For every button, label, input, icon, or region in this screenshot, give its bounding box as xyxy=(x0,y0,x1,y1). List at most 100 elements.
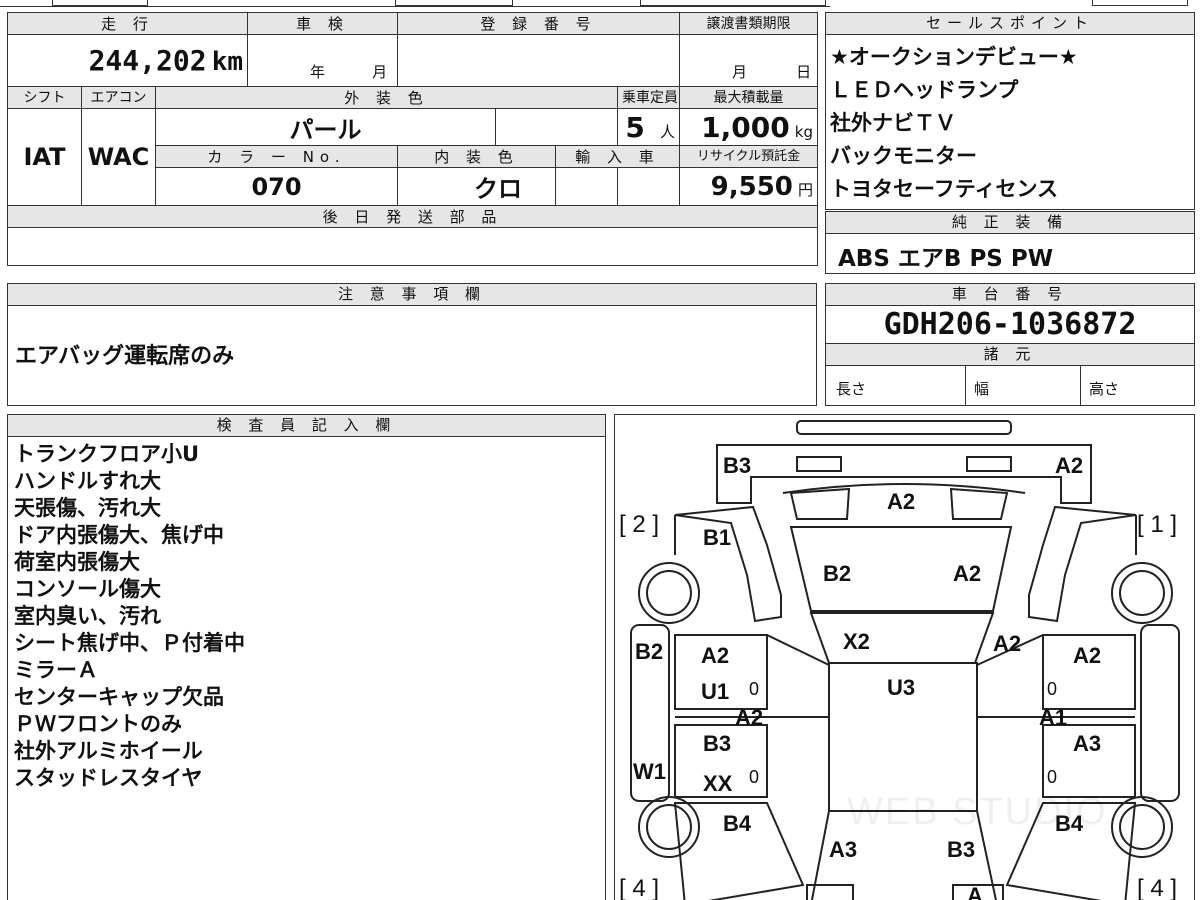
shift-label: シフト xyxy=(7,86,82,109)
inspector-note: ハンドルすれ大 xyxy=(14,469,161,493)
inspector-note: 室内臭い、汚れ xyxy=(14,604,161,628)
top-strip xyxy=(0,0,1200,8)
corner-label-1: [ 1 ] xyxy=(1137,511,1178,538)
max-load-value: 1,000 xyxy=(701,110,790,144)
inspector-note: 荷室内張傷大 xyxy=(14,550,140,574)
inspector-note: トランクフロア小U xyxy=(14,442,200,466)
registration-value-cell xyxy=(397,34,680,87)
mark-rear-right: A2 xyxy=(1055,453,1084,478)
mark-rear-left: B3 xyxy=(723,453,752,478)
mark-left-a2: A2 xyxy=(735,705,764,730)
genuine-equipment-panel: 純 正 装 備 ABS エアB PS PW xyxy=(825,211,1195,274)
max-load-label: 最大積載量 xyxy=(679,86,818,109)
mark-left-front-door: B3 xyxy=(703,731,732,756)
later-parts-value xyxy=(7,227,818,266)
corner-label-4-right: [ 4 ] xyxy=(1137,875,1178,900)
mark-front-bumper: A xyxy=(967,883,983,900)
sales-points-list: ★オークションデビュー★ ＬＥＤヘッドランプ 社外ナビＴＶ バックモニター トヨ… xyxy=(826,35,1194,206)
interior-label: 内 装 色 xyxy=(397,145,556,168)
import-label: 輸 入 車 xyxy=(555,145,680,168)
sales-points-title: セールスポイント xyxy=(826,13,1194,35)
shift-value: IAT xyxy=(7,108,82,206)
capacity-cell: 5 人 xyxy=(617,108,680,146)
inspector-note: ドア内張傷大、焦げ中 xyxy=(14,523,224,547)
genuine-equipment-value: ABS エアB PS PW xyxy=(838,246,1054,272)
spec-length-label: 長さ xyxy=(826,366,966,405)
mark-left-quarter: B1 xyxy=(703,525,732,550)
top-strip-box-4 xyxy=(1092,0,1188,6)
corner-label-4-left: [ 4 ] xyxy=(619,875,660,900)
mark-rear-glass: A2 xyxy=(887,489,916,514)
sales-point-item: トヨタセーフティセンス xyxy=(830,177,1059,201)
mark-center-upper: X2 xyxy=(843,629,870,654)
chassis-title: 車 台 番 号 xyxy=(826,284,1194,306)
specs-title: 諸 元 xyxy=(826,344,1194,366)
specs-row: 長さ 幅 高さ xyxy=(826,366,1194,405)
max-load-cell: 1,000 kg xyxy=(679,108,818,146)
mileage-unit: km xyxy=(211,47,243,77)
inspector-note: センターキャップ欠品 xyxy=(14,685,224,709)
top-strip-box-3 xyxy=(640,0,826,6)
caution-title: 注 意 事 項 欄 xyxy=(8,284,816,306)
mark-center-roof: U3 xyxy=(887,675,916,700)
zero-mark: 0 xyxy=(1047,767,1058,787)
vehicle-info-table: 走 行 車 検 登 録 番 号 譲渡書類期限 244,202 km 年 月 月 … xyxy=(7,12,818,266)
mileage-cell: 244,202 km xyxy=(7,34,248,87)
import-cell-2 xyxy=(617,167,680,206)
sales-point-item: ＬＥＤヘッドランプ xyxy=(830,78,1019,102)
ac-label: エアコン xyxy=(81,86,156,109)
ac-value: WAC xyxy=(81,108,156,206)
recycle-fee: 9,550 xyxy=(710,171,793,202)
inspector-title: 検 査 員 記 入 欄 xyxy=(8,415,605,437)
spec-height-label: 高さ xyxy=(1089,380,1120,398)
mark-left-rear-door: A2 xyxy=(701,643,730,668)
transfer-deadline-cell: 月 日 xyxy=(679,34,818,87)
recycle-label: リサイクル預託金 xyxy=(679,145,818,168)
mark-hood-right: B3 xyxy=(947,837,976,862)
transfer-deadline-label: 譲渡書類期限 xyxy=(679,12,818,35)
later-parts-label: 後 日 発 送 部 品 xyxy=(7,205,818,228)
zero-mark: 0 xyxy=(1047,679,1058,699)
corner-label-2: [ 2 ] xyxy=(619,511,660,538)
inspector-note: スタッドレスタイヤ xyxy=(14,766,203,790)
registration-label: 登 録 番 号 xyxy=(397,12,680,35)
max-load-unit: kg xyxy=(794,122,813,141)
spec-width-label: 幅 xyxy=(966,366,1081,405)
mark-left-rear-pillar: B2 xyxy=(635,639,664,664)
top-strip-line xyxy=(0,6,830,7)
exterior-color-cell: パール xyxy=(155,108,496,146)
mark-left-front-fender: B4 xyxy=(723,811,752,836)
transfer-day-unit: 日 xyxy=(796,63,812,81)
chassis-number: GDH206-1036872 xyxy=(826,306,1194,344)
interior-color: クロ xyxy=(474,175,522,203)
sales-point-item: バックモニター xyxy=(830,144,977,168)
sales-point-item: ★オークションデビュー★ xyxy=(830,45,1078,69)
mark-left-w1: W1 xyxy=(633,759,666,784)
capacity-label: 乗車定員 xyxy=(617,86,680,109)
import-cell-1 xyxy=(555,167,618,206)
recycle-cell: 9,550 円 xyxy=(679,167,818,206)
recycle-unit: 円 xyxy=(797,180,813,199)
mark-right-a1: A1 xyxy=(1039,705,1068,730)
caution-panel: 注 意 事 項 欄 エアバッグ運転席のみ xyxy=(7,283,817,406)
mark-roof-left: B2 xyxy=(823,561,852,586)
top-strip-box-2 xyxy=(395,0,513,6)
sales-point-item: 社外ナビＴＶ xyxy=(830,111,956,135)
sales-points-panel: セールスポイント ★オークションデビュー★ ＬＥＤヘッドランプ 社外ナビＴＶ バ… xyxy=(825,12,1195,210)
inspection-month-unit: 月 xyxy=(372,63,388,81)
watermark: WEB STUDIO xyxy=(847,791,1108,833)
inspection-cell: 年 月 xyxy=(247,34,398,87)
inspector-panel: 検 査 員 記 入 欄 トランクフロア小U ハンドルすれ大 天張傷、汚れ大 ドア… xyxy=(7,414,606,900)
capacity-value: 5 xyxy=(625,110,645,144)
exterior-blank-cell xyxy=(495,108,618,146)
genuine-equipment-title: 純 正 装 備 xyxy=(826,212,1194,234)
caution-value: エアバッグ運転席のみ xyxy=(15,344,235,369)
zero-mark: 0 xyxy=(749,679,760,699)
mark-right-front-door: A3 xyxy=(1073,731,1102,756)
mark-hood-left: A3 xyxy=(829,837,858,862)
exterior-label: 外 装 色 xyxy=(155,86,618,109)
chassis-panel: 車 台 番 号 GDH206-1036872 諸 元 長さ 幅 高さ xyxy=(825,283,1195,406)
mark-right-pillar: A2 xyxy=(993,631,1022,656)
inspection-label: 車 検 xyxy=(247,12,398,35)
inspection-year-unit: 年 xyxy=(310,63,326,81)
